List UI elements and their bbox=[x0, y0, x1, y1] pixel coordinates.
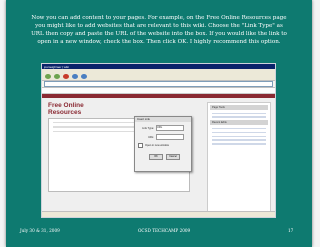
new-window-checkbox[interactable] bbox=[138, 143, 143, 148]
instruction-text: Now you can add content to your pages. F… bbox=[31, 15, 287, 45]
dialog-title: Insert Link bbox=[135, 117, 191, 122]
home-icon bbox=[81, 74, 87, 79]
page-tools-heading: Page Tools bbox=[210, 105, 268, 110]
insert-link-dialog: Insert Link Link Type: URL URL: Open in … bbox=[134, 116, 192, 172]
new-window-label: Open in new window bbox=[145, 144, 169, 147]
link-type-select[interactable]: URL bbox=[156, 125, 184, 131]
footer-title: OCSD TECHCAMP 2009 bbox=[138, 228, 191, 233]
ok-button[interactable]: OK bbox=[149, 154, 163, 160]
browser-toolbar bbox=[42, 73, 275, 81]
address-field bbox=[44, 81, 273, 87]
back-icon bbox=[45, 74, 51, 79]
cancel-button[interactable]: Cancel bbox=[166, 154, 180, 160]
url-label: URL: bbox=[148, 135, 154, 139]
refresh-icon bbox=[72, 74, 78, 79]
forward-icon bbox=[54, 74, 60, 79]
link-type-label: Link Type: bbox=[142, 126, 154, 130]
status-bar bbox=[42, 211, 275, 217]
url-input[interactable] bbox=[156, 134, 184, 140]
browser-screenshot: josmeighraer | wiki Free Online Resource… bbox=[41, 63, 276, 218]
address-bar bbox=[42, 81, 275, 88]
page-title: Free Online Resources bbox=[48, 102, 84, 116]
wiki-name: josmeighraer | wiki bbox=[44, 64, 69, 69]
footer-date: July 30 & 31, 2009 bbox=[20, 228, 60, 233]
recent-edits-heading: Recent Edits bbox=[210, 120, 268, 126]
slide: Now you can add content to your pages. F… bbox=[6, 0, 312, 247]
right-panel: Page Tools Recent Edits bbox=[207, 102, 271, 216]
slide-number: 17 bbox=[288, 228, 294, 233]
stop-icon bbox=[63, 74, 69, 79]
